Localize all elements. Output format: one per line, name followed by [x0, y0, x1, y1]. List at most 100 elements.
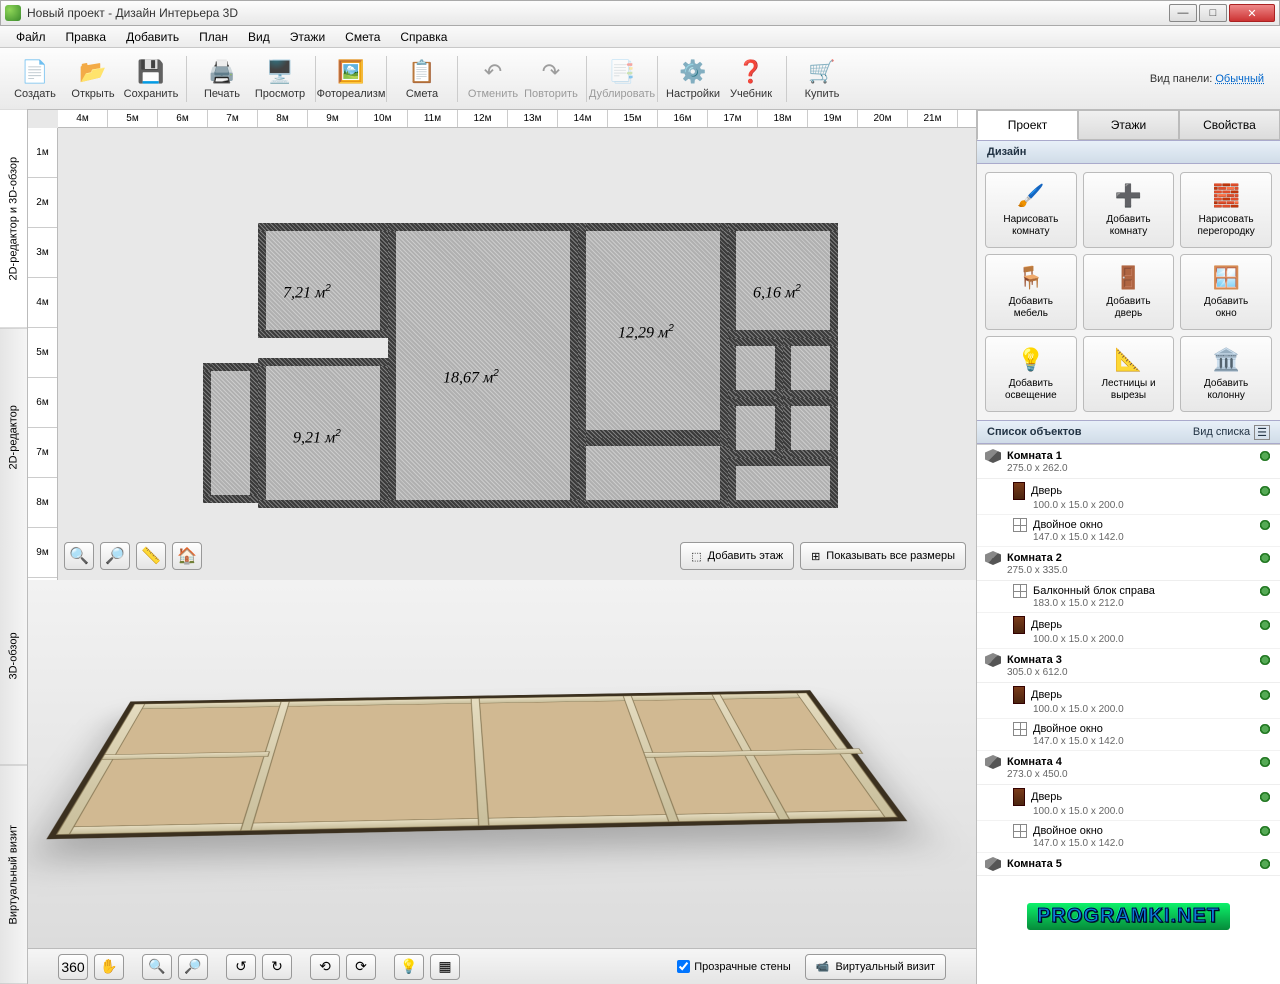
obj-room-2[interactable]: Комната 3305.0 x 612.0 [977, 649, 1280, 683]
orbit-button[interactable]: 360 [58, 954, 88, 980]
room-11[interactable] [203, 363, 258, 503]
obj-room-1[interactable]: Комната 2275.0 x 335.0 [977, 547, 1280, 581]
draw-partition-button[interactable]: 🧱Нарисоватьперегородку [1180, 172, 1272, 248]
buy-button[interactable]: 🛒Купить [793, 51, 851, 107]
room-9[interactable] [728, 458, 838, 508]
list-view-icon[interactable]: ☰ [1254, 425, 1270, 440]
room-3[interactable] [728, 223, 838, 338]
visibility-icon[interactable] [1258, 757, 1272, 767]
obj-item-3-1[interactable]: Двойное окно147.0 x 15.0 x 142.0 [977, 821, 1280, 853]
visibility-icon[interactable] [1258, 586, 1272, 596]
zoom-in-button[interactable]: 🔎 [100, 542, 130, 570]
obj-item-2-1[interactable]: Двойное окно147.0 x 15.0 x 142.0 [977, 719, 1280, 751]
room-label-0: 7,21 м2 [283, 283, 331, 302]
visibility-icon[interactable] [1258, 724, 1272, 734]
visibility-icon[interactable] [1258, 553, 1272, 563]
visibility-icon[interactable] [1258, 859, 1272, 869]
reset-view-alt-button[interactable]: ↻ [262, 954, 292, 980]
visibility-icon[interactable] [1258, 620, 1272, 630]
room-6[interactable] [783, 338, 838, 398]
obj-item-2-0[interactable]: Дверь100.0 x 15.0 x 200.0 [977, 683, 1280, 719]
add-door-button[interactable]: 🚪Добавитьдверь [1083, 254, 1175, 330]
add-window-button[interactable]: 🪟Добавитьокно [1180, 254, 1272, 330]
visibility-icon[interactable] [1258, 451, 1272, 461]
add-floor-button[interactable]: ⬚Добавить этаж [680, 542, 794, 570]
zoom-in-3d-button[interactable]: 🔎 [178, 954, 208, 980]
visibility-icon[interactable] [1258, 486, 1272, 496]
view-3d-area[interactable] [28, 580, 976, 948]
turn-right-button[interactable]: ⟳ [346, 954, 376, 980]
vtab-1[interactable]: 2D-редактор [0, 329, 27, 548]
obj-item-1-0[interactable]: Балконный блок справа183.0 x 15.0 x 212.… [977, 581, 1280, 613]
right-tab-Этажи[interactable]: Этажи [1078, 110, 1179, 140]
menu-Справка[interactable]: Справка [390, 28, 457, 46]
print-button[interactable]: 🖨️Печать [193, 51, 251, 107]
obj-room-3[interactable]: Комната 4273.0 x 450.0 [977, 751, 1280, 785]
camera-button[interactable]: ▦ [430, 954, 460, 980]
menu-Этажи[interactable]: Этажи [280, 28, 335, 46]
room-10[interactable] [578, 438, 728, 508]
right-tab-Проект[interactable]: Проект [977, 110, 1078, 140]
menu-Правка[interactable]: Правка [56, 28, 117, 46]
settings-button[interactable]: ⚙️Настройки [664, 51, 722, 107]
room-0[interactable] [258, 223, 388, 338]
save-button[interactable]: 💾Сохранить [122, 51, 180, 107]
open-button[interactable]: 📂Открыть [64, 51, 122, 107]
obj-room-4[interactable]: Комната 5 [977, 853, 1280, 876]
menu-План[interactable]: План [189, 28, 238, 46]
menu-Вид[interactable]: Вид [238, 28, 280, 46]
close-button[interactable]: ✕ [1229, 4, 1275, 22]
add-lighting-icon: 💡 [1015, 346, 1047, 374]
menu-Добавить[interactable]: Добавить [116, 28, 189, 46]
menu-Смета[interactable]: Смета [335, 28, 390, 46]
room-8[interactable] [783, 398, 838, 458]
tutorial-button[interactable]: ❓Учебник [722, 51, 780, 107]
plan-canvas[interactable]: 7,21 м218,67 м212,29 м26,16 м29,21 м2 [58, 128, 976, 580]
obj-item-1-1[interactable]: Дверь100.0 x 15.0 x 200.0 [977, 613, 1280, 649]
stairs-cutouts-button[interactable]: 📐Лестницы ивырезы [1083, 336, 1175, 412]
obj-room-0[interactable]: Комната 1275.0 x 262.0 [977, 445, 1280, 479]
show-all-dims-button[interactable]: ⊞Показывать все размеры [800, 542, 966, 570]
preview-button[interactable]: 🖥️Просмотр [251, 51, 309, 107]
transparent-walls-checkbox[interactable]: Прозрачные стены [677, 960, 790, 973]
add-lighting-button[interactable]: 💡Добавитьосвещение [985, 336, 1077, 412]
menu-Файл[interactable]: Файл [6, 28, 56, 46]
right-tab-Свойства[interactable]: Свойства [1179, 110, 1280, 140]
vtab-2[interactable]: 3D-обзор [0, 547, 27, 766]
zoom-out-button[interactable]: 🔍 [64, 542, 94, 570]
room-7[interactable] [728, 398, 783, 458]
pan-button[interactable]: ✋ [94, 954, 124, 980]
visibility-icon[interactable] [1258, 655, 1272, 665]
minimize-button[interactable]: — [1169, 4, 1197, 22]
vtab-0[interactable]: 2D-редактор и 3D-обзор [0, 110, 27, 329]
visibility-icon[interactable] [1258, 826, 1272, 836]
obj-item-3-0[interactable]: Дверь100.0 x 15.0 x 200.0 [977, 785, 1280, 821]
zoom-out-3d-button[interactable]: 🔍 [142, 954, 172, 980]
obj-item-0-1[interactable]: Двойное окно147.0 x 15.0 x 142.0 [977, 515, 1280, 547]
maximize-button[interactable]: □ [1199, 4, 1227, 22]
room-1[interactable] [388, 223, 578, 508]
add-furniture-button[interactable]: 🪑Добавитьмебель [985, 254, 1077, 330]
print-icon: 🖨️ [206, 58, 238, 86]
ruler-button[interactable]: 📏 [136, 542, 166, 570]
turn-left-button[interactable]: ⟲ [310, 954, 340, 980]
new-button[interactable]: 📄Создать [6, 51, 64, 107]
visibility-icon[interactable] [1258, 792, 1272, 802]
reset-view-button[interactable]: ↺ [226, 954, 256, 980]
undo-icon: ↶ [477, 58, 509, 86]
draw-room-button[interactable]: 🖌️Нарисоватькомнату [985, 172, 1077, 248]
panel-mode-link[interactable]: Обычный [1215, 73, 1264, 85]
light-button[interactable]: 💡 [394, 954, 424, 980]
estimate-button[interactable]: 📋Смета [393, 51, 451, 107]
photorealism-button[interactable]: 🖼️Фотореализм [322, 51, 380, 107]
vtab-3[interactable]: Виртуальный визит [0, 766, 27, 984]
virtual-visit-button[interactable]: 📹 Виртуальный визит [805, 954, 946, 980]
add-column-button[interactable]: 🏛️Добавитьколонну [1180, 336, 1272, 412]
room-5[interactable] [728, 338, 783, 398]
visibility-icon[interactable] [1258, 520, 1272, 530]
plan-2d-area[interactable]: 4м5м6м7м8м9м10м11м12м13м14м15м16м17м18м1… [28, 110, 976, 580]
home-button[interactable]: 🏠 [172, 542, 202, 570]
add-room-button[interactable]: ➕Добавитькомнату [1083, 172, 1175, 248]
visibility-icon[interactable] [1258, 690, 1272, 700]
obj-item-0-0[interactable]: Дверь100.0 x 15.0 x 200.0 [977, 479, 1280, 515]
